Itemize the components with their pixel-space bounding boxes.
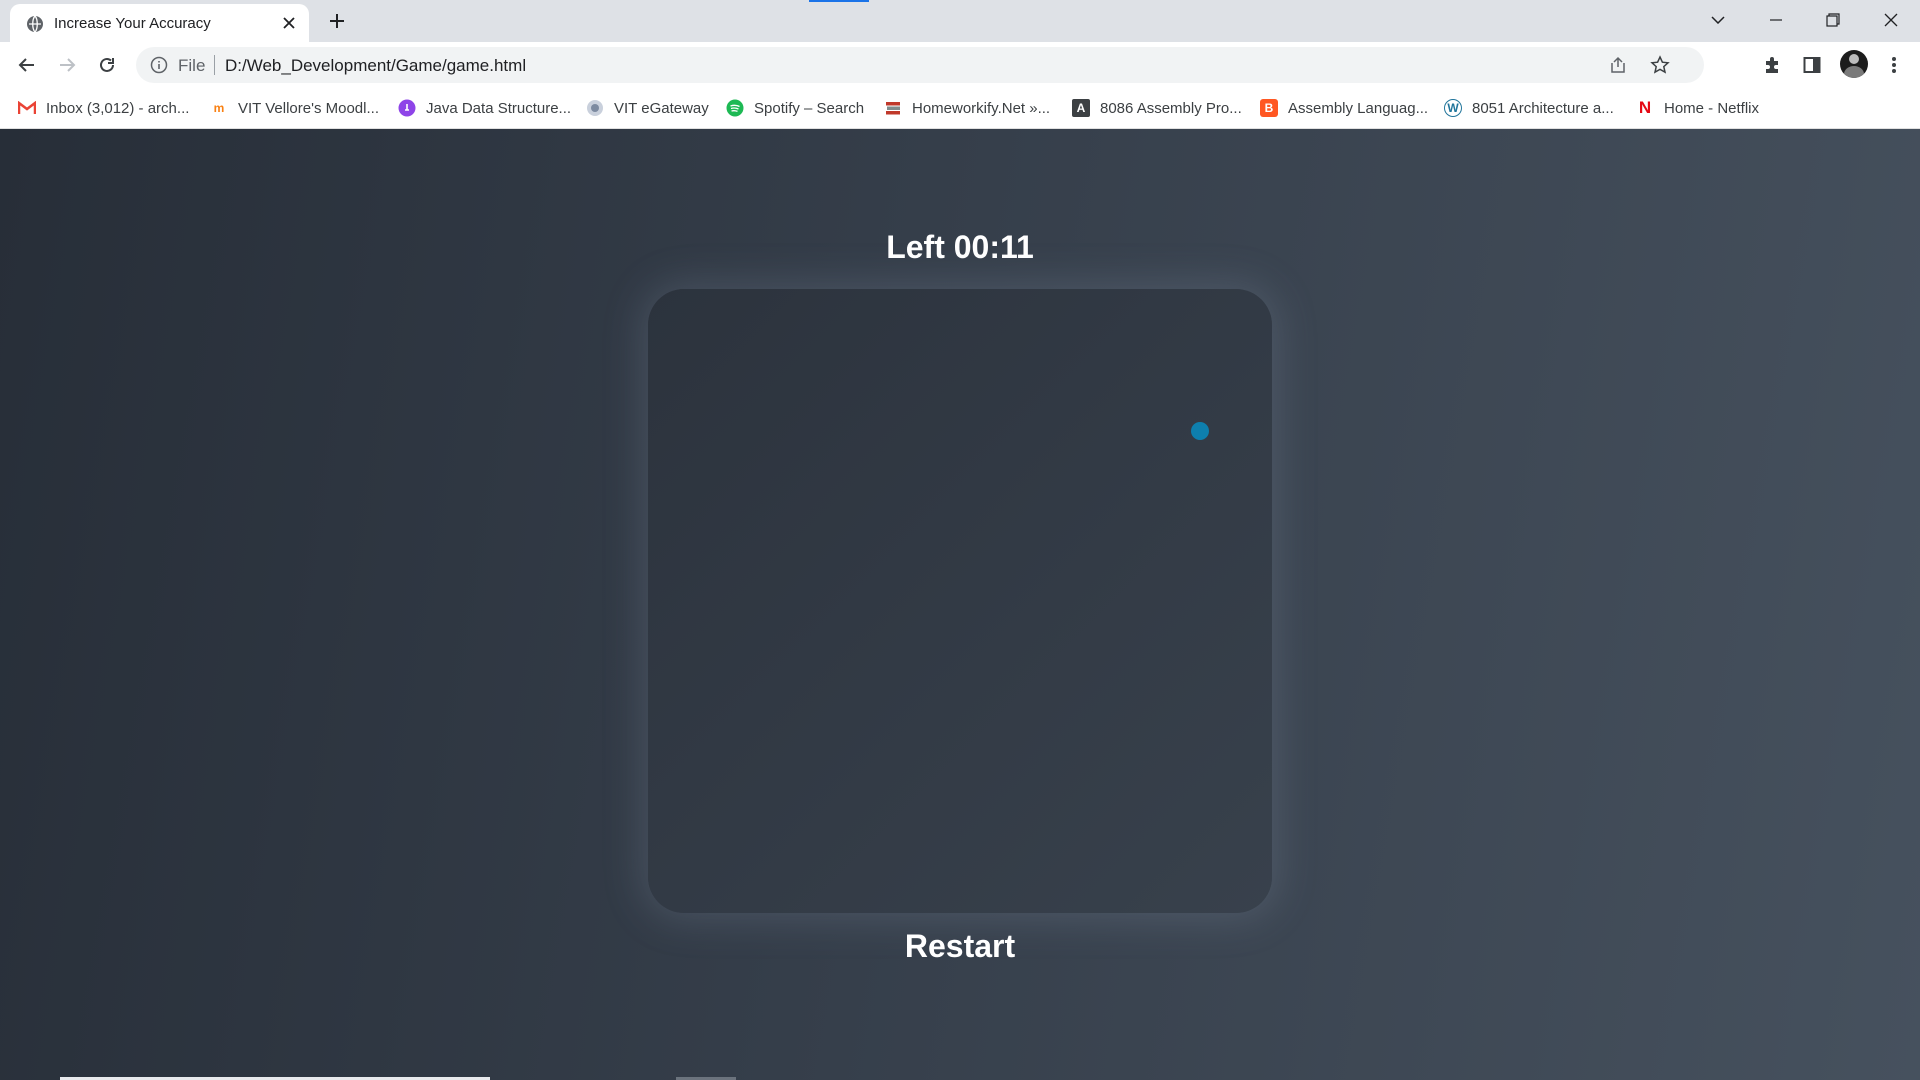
java-icon (398, 99, 416, 117)
bookmark-item[interactable]: A 8086 Assembly Pro... (1072, 98, 1242, 118)
url-text[interactable]: D:/Web_Development/Game/game.html (225, 56, 526, 76)
target-circle[interactable] (1191, 422, 1209, 440)
bookmark-label: 8086 Assembly Pro... (1100, 99, 1242, 117)
gmail-icon (18, 99, 36, 117)
tab-search-chevron-icon[interactable] (1690, 0, 1746, 40)
bookmark-item[interactable]: B Assembly Languag... (1260, 98, 1428, 118)
bookmark-label: Java Data Structure... (426, 99, 572, 117)
bookmark-item[interactable]: W 8051 Architecture a... (1444, 98, 1614, 118)
info-icon[interactable] (150, 56, 168, 74)
time-left-label: Left 00:11 (886, 229, 1034, 265)
side-panel-icon[interactable] (1798, 51, 1826, 79)
bookmark-label: VIT eGateway (614, 99, 709, 117)
minimize-icon[interactable] (1748, 0, 1804, 40)
bookmark-label: Homeworkify.Net »... (912, 99, 1051, 117)
bookmark-star-icon[interactable] (1648, 53, 1672, 77)
moodle-icon: m (213, 101, 225, 115)
share-icon[interactable] (1606, 53, 1630, 77)
bookmark-label: Assembly Languag... (1288, 99, 1429, 117)
bookmark-label: Inbox (3,012) - arch... (46, 99, 190, 117)
avatar-head (1849, 54, 1859, 64)
close-window-icon[interactable] (1863, 0, 1919, 40)
bookmark-item[interactable]: Homeworkify.Net »... (884, 98, 1050, 118)
bookmark-label: Home - Netflix (1664, 99, 1760, 117)
forward-arrow-icon[interactable] (53, 51, 81, 79)
browser-tab-strip: Increase Your Accuracy (0, 0, 1920, 42)
browser-toolbar: File D:/Web_Development/Game/game.html (0, 42, 1920, 88)
profile-avatar[interactable] (1840, 50, 1868, 78)
new-tab-icon[interactable] (325, 9, 349, 33)
avatar-body (1844, 66, 1864, 78)
reload-icon[interactable] (93, 51, 121, 79)
close-tab-icon[interactable] (279, 13, 299, 33)
netflix-icon: N (1638, 98, 1652, 117)
globe-icon (26, 15, 44, 33)
url-scheme-label: File (178, 56, 206, 75)
blogger-icon: B (1260, 99, 1278, 117)
game-page: Left 00:11 Restart (0, 129, 1920, 1080)
restart-button[interactable]: Restart (905, 928, 1015, 964)
extensions-puzzle-icon[interactable] (1758, 51, 1786, 79)
back-arrow-icon[interactable] (13, 51, 41, 79)
restart-container: Restart (0, 928, 1920, 965)
bookmarks-bar: Inbox (3,012) - arch... m VIT Vellore's … (0, 88, 1920, 129)
bookmark-item[interactable]: Java Data Structure... (398, 98, 571, 118)
bookmark-label: 8051 Architecture a... (1472, 99, 1614, 117)
game-board[interactable] (648, 289, 1272, 913)
loading-indicator (809, 0, 869, 2)
bookmark-item[interactable]: Inbox (3,012) - arch... (18, 98, 189, 118)
bookmark-item[interactable]: VIT eGateway (586, 98, 709, 118)
vit-icon (586, 99, 604, 117)
wordpress-icon: W (1444, 99, 1462, 117)
bookmark-item[interactable]: m VIT Vellore's Moodl... (210, 98, 379, 118)
restore-window-icon[interactable] (1805, 0, 1861, 40)
menu-kebab-icon[interactable] (1880, 51, 1908, 79)
letter-a-icon: A (1072, 99, 1090, 117)
address-bar[interactable]: File D:/Web_Development/Game/game.html (136, 47, 1704, 83)
bookmark-item[interactable]: Spotify – Search (726, 98, 864, 118)
url-separator (214, 55, 215, 75)
bookmark-label: VIT Vellore's Moodl... (238, 99, 379, 117)
tab-title: Increase Your Accuracy (54, 15, 211, 32)
browser-tab[interactable]: Increase Your Accuracy (10, 4, 309, 42)
books-icon (884, 99, 902, 117)
bookmark-label: Spotify – Search (754, 99, 865, 117)
spotify-icon (726, 99, 744, 117)
bookmark-item[interactable]: N Home - Netflix (1636, 98, 1759, 118)
